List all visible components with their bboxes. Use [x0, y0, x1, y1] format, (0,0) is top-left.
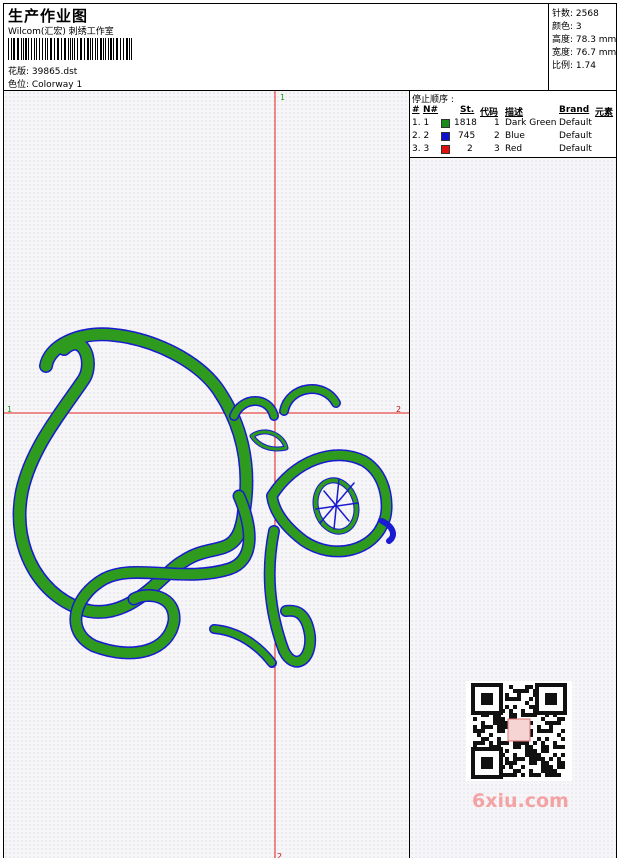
- row-description: Blue: [505, 131, 525, 141]
- table-row: 2. 2 745 2 Blue Default: [410, 131, 616, 144]
- sheet-header: 生产作业图 Wilcom(汇宏) 刺绣工作室 花版: 39865.dst 色位:…: [4, 4, 616, 91]
- scale-ratio: 比例: 1.74: [552, 61, 596, 71]
- row-stitches: 1818: [454, 118, 477, 128]
- row-code: 1: [494, 118, 500, 128]
- table-row: 1. 1 1818 1 Dark Green Default: [410, 118, 616, 131]
- qr-code: [466, 681, 572, 781]
- leg-outline: [263, 525, 317, 668]
- col-header-index: #: [412, 105, 420, 115]
- colorway: 色位: Colorway 1: [8, 80, 83, 90]
- design-height: 高度: 78.3 mm: [552, 35, 617, 45]
- header-info: 生产作业图 Wilcom(汇宏) 刺绣工作室 花版: 39865.dst 色位:…: [4, 4, 548, 90]
- pattern-file: 花版: 39865.dst: [8, 67, 78, 77]
- page-title: 生产作业图: [8, 7, 89, 25]
- design-width: 宽度: 76.7 mm: [552, 48, 617, 58]
- stop-sequence-title: 停止顺序 :: [412, 95, 454, 105]
- row-stitches: 745: [458, 131, 476, 141]
- stop-sequence-table: 停止顺序 : # N# St. 代码 描述 Brand 元素 1. 1 1818…: [410, 91, 616, 158]
- row-description: Red: [505, 144, 523, 154]
- row-brand: Default: [559, 118, 592, 128]
- barcode: [8, 38, 132, 60]
- col-header-stitches: St.: [460, 105, 475, 115]
- stitch-count: 针数: 2568: [552, 9, 599, 19]
- color-swatch: [441, 119, 450, 128]
- color-swatch: [441, 132, 450, 141]
- axis-label-right: 2: [396, 405, 401, 414]
- row-stitches: 2: [467, 144, 473, 154]
- row-brand: Default: [559, 131, 592, 141]
- row-number: 1. 1: [412, 118, 430, 128]
- col-header-brand: Brand: [559, 105, 590, 115]
- color-count: 颜色: 3: [552, 22, 582, 32]
- stats-panel: 针数: 2568 颜色: 3 高度: 78.3 mm 宽度: 76.7 mm 比…: [548, 4, 617, 90]
- row-number: 3. 3: [412, 144, 430, 154]
- watermark-logo: 6xiu.com: [472, 790, 569, 812]
- col-header-description: 描述: [505, 108, 524, 118]
- row-code: 3: [494, 144, 500, 154]
- col-header-number: N#: [423, 105, 439, 115]
- col-header-code: 代码: [480, 108, 499, 118]
- squirrel-embroidery: 1 1 2 2: [4, 91, 409, 858]
- row-description: Dark Green: [505, 118, 557, 128]
- company-name: Wilcom(汇宏) 刺绣工作室: [8, 27, 114, 37]
- axis-label-top: 1: [280, 93, 285, 102]
- table-row: 3. 3 2 3 Red Default: [410, 144, 616, 157]
- row-brand: Default: [559, 144, 592, 154]
- row-number: 2. 2: [412, 131, 430, 141]
- color-swatch: [441, 145, 450, 154]
- design-canvas: 1 1 2 2: [4, 91, 410, 858]
- row-code: 2: [494, 131, 500, 141]
- axis-label-left: 1: [7, 405, 12, 414]
- col-header-element: 元素: [595, 108, 614, 118]
- axis-label-bottom: 2: [277, 852, 282, 858]
